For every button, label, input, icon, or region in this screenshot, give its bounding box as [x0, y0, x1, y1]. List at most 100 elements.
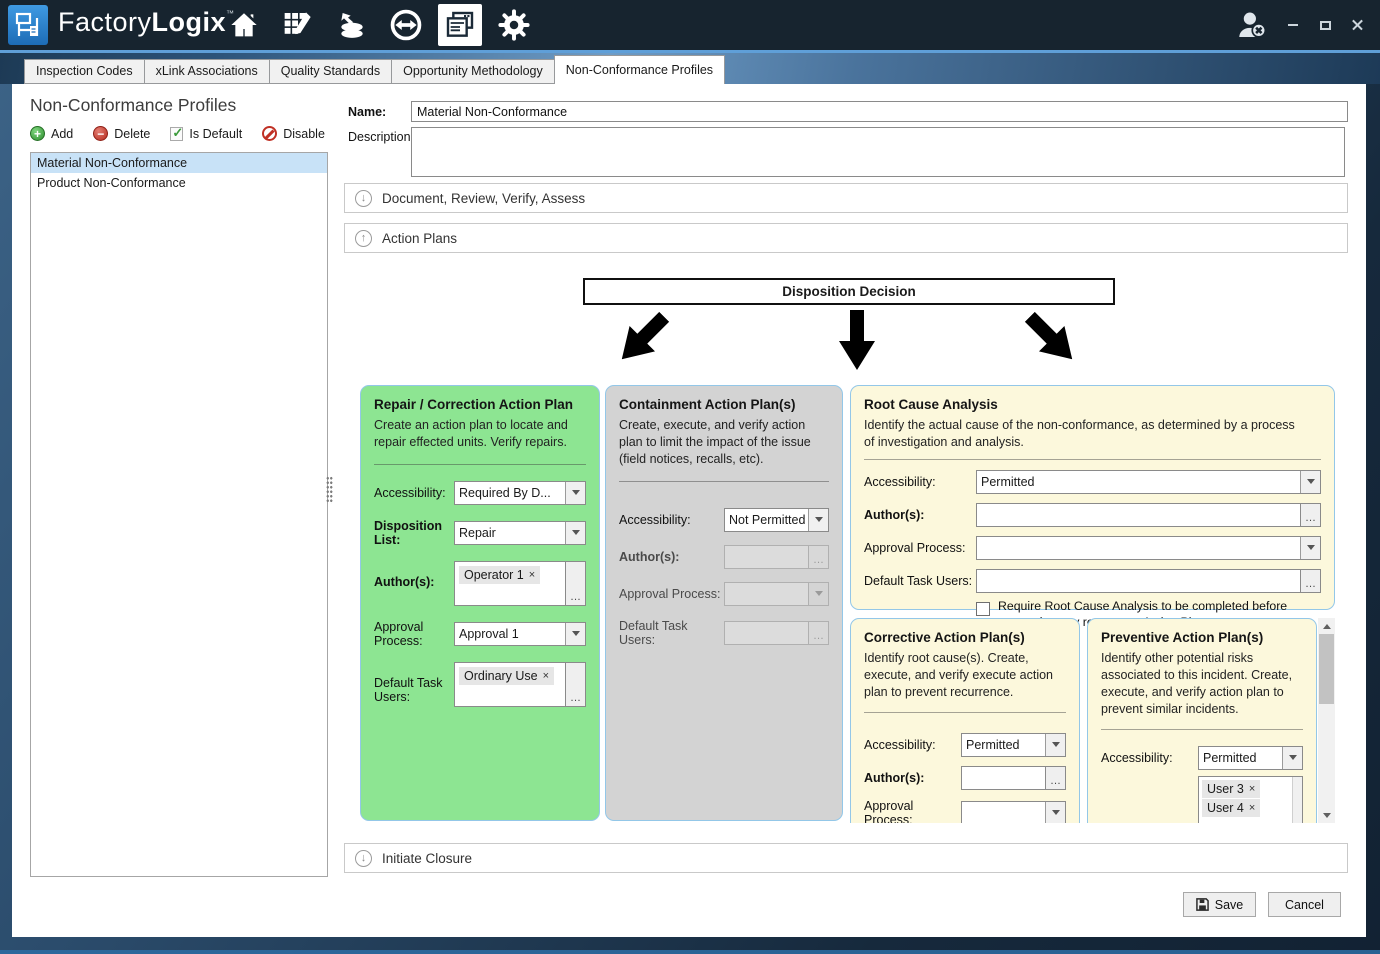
authors-field[interactable]: [961, 766, 1046, 790]
cancel-button[interactable]: Cancel: [1268, 892, 1341, 917]
panel-description: Identify the actual cause of the non-con…: [864, 417, 1304, 451]
approval-process-label: Approval Process:: [374, 620, 454, 648]
tab-inspection-codes[interactable]: Inspection Codes: [24, 59, 145, 84]
panel-title: Repair / Correction Action Plan: [374, 397, 586, 412]
approval-process-select-disabled: [724, 582, 829, 606]
scrollbar-thumb[interactable]: [1319, 634, 1334, 704]
authors-picker-button[interactable]: …: [1301, 503, 1321, 527]
accessibility-select[interactable]: Permitted: [961, 733, 1066, 757]
tab-quality-standards[interactable]: Quality Standards: [269, 59, 392, 84]
delete-icon: −: [93, 126, 108, 141]
section-document-review[interactable]: ↓ Document, Review, Verify, Assess: [344, 183, 1348, 213]
panel-title: Root Cause Analysis: [864, 397, 1321, 412]
default-task-users-picker-button[interactable]: …: [1301, 569, 1321, 593]
minimize-icon[interactable]: [1284, 16, 1302, 34]
chevron-down-icon: [1300, 537, 1320, 559]
authors-picker-button[interactable]: …: [1046, 766, 1066, 790]
approval-process-label: Approval Process:: [864, 799, 961, 823]
authors-picker-button[interactable]: …: [566, 561, 586, 606]
splitter-grip[interactable]: [326, 476, 333, 504]
quality-documents-icon[interactable]: [438, 4, 482, 46]
panels-scrollbar[interactable]: [1318, 618, 1335, 823]
chevron-down-icon: [565, 522, 585, 544]
disposition-list-label: Disposition List:: [374, 519, 454, 547]
section-initiate-closure[interactable]: ↓ Initiate Closure: [344, 843, 1348, 873]
repair-correction-panel: Repair / Correction Action Plan Create a…: [360, 385, 600, 821]
inner-scrollbar[interactable]: [1292, 777, 1302, 824]
save-icon: [1196, 898, 1209, 911]
list-item-material-non-conformance[interactable]: Material Non-Conformance: [31, 153, 327, 173]
save-button[interactable]: Save: [1183, 892, 1256, 917]
materials-icon[interactable]: [330, 4, 374, 46]
section-action-plans[interactable]: ↑ Action Plans: [344, 223, 1348, 253]
add-button[interactable]: + Add: [30, 126, 73, 141]
transfer-icon[interactable]: [384, 4, 428, 46]
close-icon[interactable]: [1348, 16, 1366, 34]
approval-process-select[interactable]: [961, 801, 1066, 823]
approval-process-select[interactable]: [976, 536, 1321, 560]
accessibility-select[interactable]: Not Permitted: [724, 508, 829, 532]
name-input[interactable]: [411, 101, 1348, 122]
panel-description: Identify other potential risks associate…: [1101, 650, 1303, 718]
maximize-icon[interactable]: [1316, 16, 1334, 34]
main-navigation: [222, 0, 536, 50]
expand-icon: ↓: [355, 190, 372, 207]
accessibility-label: Accessibility:: [619, 513, 724, 527]
production-icon[interactable]: [276, 4, 320, 46]
accessibility-select[interactable]: Permitted: [976, 470, 1321, 494]
default-task-users-picker-button[interactable]: …: [566, 662, 586, 707]
remove-tag-icon[interactable]: ×: [529, 569, 535, 581]
remove-tag-icon[interactable]: ×: [1249, 783, 1255, 795]
chevron-down-icon: [1282, 747, 1302, 769]
action-plans-canvas: Repair / Correction Action Plan Create a…: [360, 385, 1335, 823]
containment-panel: Containment Action Plan(s) Create, execu…: [605, 385, 843, 821]
chevron-down-icon: [1300, 471, 1320, 493]
disable-button[interactable]: Disable: [262, 126, 325, 141]
arrow-down-icon: [837, 310, 877, 370]
approval-process-select[interactable]: Approval 1: [454, 622, 586, 646]
default-task-users-field[interactable]: Ordinary Use×: [454, 662, 566, 707]
name-label: Name:: [348, 105, 386, 119]
chevron-down-icon: [808, 509, 828, 531]
default-task-users-field[interactable]: [976, 569, 1301, 593]
authors-field[interactable]: Operator 1×: [454, 561, 566, 606]
disposition-list-select[interactable]: Repair: [454, 521, 586, 545]
disposition-decision-box: Disposition Decision: [583, 278, 1115, 305]
chevron-down-icon: [808, 583, 828, 605]
accessibility-select[interactable]: Permitted: [1198, 746, 1303, 770]
profiles-list: Material Non-Conformance Product Non-Con…: [30, 152, 328, 877]
arrow-down-left-icon: [608, 303, 679, 374]
remove-tag-icon[interactable]: ×: [1249, 802, 1255, 814]
description-input[interactable]: [411, 127, 1345, 177]
panel-title: Preventive Action Plan(s): [1101, 630, 1303, 645]
scroll-down-icon[interactable]: [1318, 807, 1335, 823]
authors-label: Author(s):: [619, 550, 724, 564]
settings-icon[interactable]: [492, 4, 536, 46]
chevron-down-icon: [565, 623, 585, 645]
list-item-product-non-conformance[interactable]: Product Non-Conformance: [31, 173, 327, 193]
authors-label: Author(s):: [374, 575, 454, 589]
bottom-accent-line: [0, 950, 1380, 954]
arrow-down-right-icon: [1016, 303, 1087, 374]
is-default-icon: ✓: [170, 127, 183, 141]
tab-non-conformance-profiles[interactable]: Non-Conformance Profiles: [554, 55, 725, 84]
default-task-users-field-disabled: [724, 621, 809, 645]
delete-button[interactable]: − Delete: [93, 126, 150, 141]
authors-label: Author(s):: [864, 771, 961, 785]
is-default-button[interactable]: ✓ Is Default: [170, 127, 242, 141]
preventive-panel: Preventive Action Plan(s) Identify other…: [1087, 618, 1317, 823]
tab-opportunity-methodology[interactable]: Opportunity Methodology: [391, 59, 555, 84]
authors-field[interactable]: [976, 503, 1301, 527]
chevron-down-icon: [1045, 802, 1065, 823]
accessibility-label: Accessibility:: [1101, 751, 1198, 765]
accessibility-select[interactable]: Required By D...: [454, 481, 586, 505]
remove-tag-icon[interactable]: ×: [543, 670, 549, 682]
home-icon[interactable]: [222, 4, 266, 46]
accessibility-label: Accessibility:: [864, 738, 961, 752]
logout-user-icon[interactable]: [1234, 7, 1270, 43]
title-bar: FactoryLogix™: [0, 0, 1380, 50]
users-list-field[interactable]: User 3× User 4×: [1198, 776, 1303, 824]
tab-xlink-associations[interactable]: xLink Associations: [144, 59, 270, 84]
scroll-up-icon[interactable]: [1318, 618, 1335, 634]
require-rca-checkbox[interactable]: [976, 602, 990, 616]
